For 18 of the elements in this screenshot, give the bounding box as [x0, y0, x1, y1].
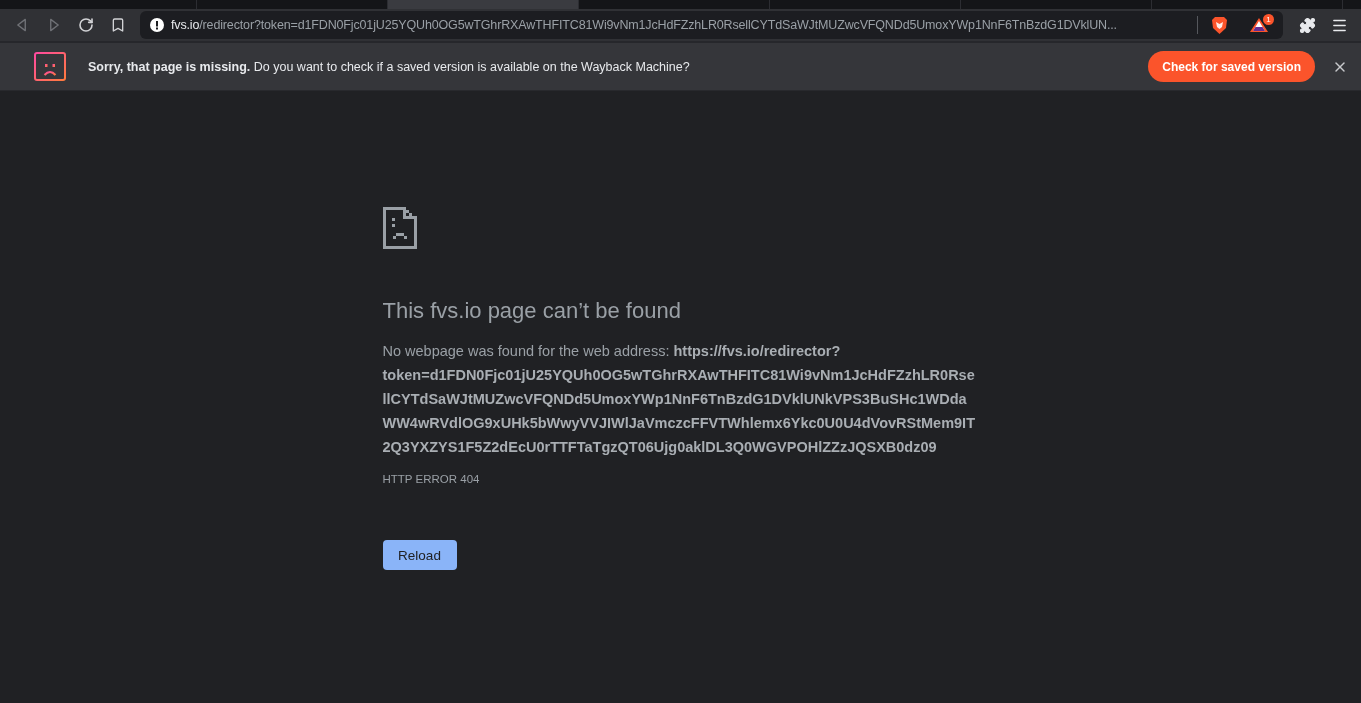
sad-document-icon — [382, 207, 417, 249]
bookmark-icon — [110, 17, 126, 33]
error-message: No webpage was found for the web address: https://fvs.io/redirector?token=d1FDN0Fjc01jU25YQUh0OG5wTGhrRXAwTHFITC81Wi9vNm1JcHdFZzhLR0RsellCYTdSaWJtMUZwcVFQNDd5UmoxYWp1NnF6TnBzdG1DVklUNkVPS3BuSHc1WDdaWW4wRVdlOG9xUHk5bWwyVVJIWlJaVmczcFFVTWhlemx6Ykc0U0U4dVovRStMem9IT2Q3YXZYS1F5Z2dEcU0rTTFTaTgzQT06Ujg0aklDL3Q0WGVPOHlZZzJQSXB0dz09 — [382, 342, 976, 457]
error-heading: This fvs.io page can’t be found — [382, 297, 681, 325]
alert-icon[interactable] — [150, 18, 164, 32]
reload-icon — [78, 17, 94, 33]
address-bar[interactable]: fvs.io/redirector?token=d1FDN0Fjc01jU25YQUh0OG5wTGhrRXAwTHFITC81Wi9vNm1JcHdFZzhLR0RsellCYTdSaWJtMUZwcVFQNDd5UmoxYWp1NnF6TnBzdG1DVklUN... 1 — [140, 11, 1283, 39]
back-arrow-icon — [15, 17, 29, 33]
puzzle-icon — [1298, 16, 1316, 34]
forward-arrow-icon — [47, 17, 61, 33]
url-text: fvs.io/redirector?token=d1FDN0Fjc01jU25YQUh0OG5wTGhrRXAwTHFITC81Wi9vNm1JcHdFZzhLR0RsellCYTdSaWJtMUZwcVFQNDd5UmoxYWp1NnF6TnBzdG1DVklUN... — [171, 18, 1118, 32]
shields-button[interactable] — [1211, 15, 1228, 35]
reload-page-button[interactable]: Reload — [382, 540, 457, 570]
error-code: HTTP ERROR 404 — [382, 473, 480, 485]
sad-window-icon — [34, 52, 66, 81]
shield-icon — [1211, 15, 1228, 35]
infobar-message: Sorry, that page is missing. Do you want to check if a saved version is available on the Wayback Machine? — [88, 59, 691, 74]
notification-count: 1 — [1263, 14, 1274, 25]
